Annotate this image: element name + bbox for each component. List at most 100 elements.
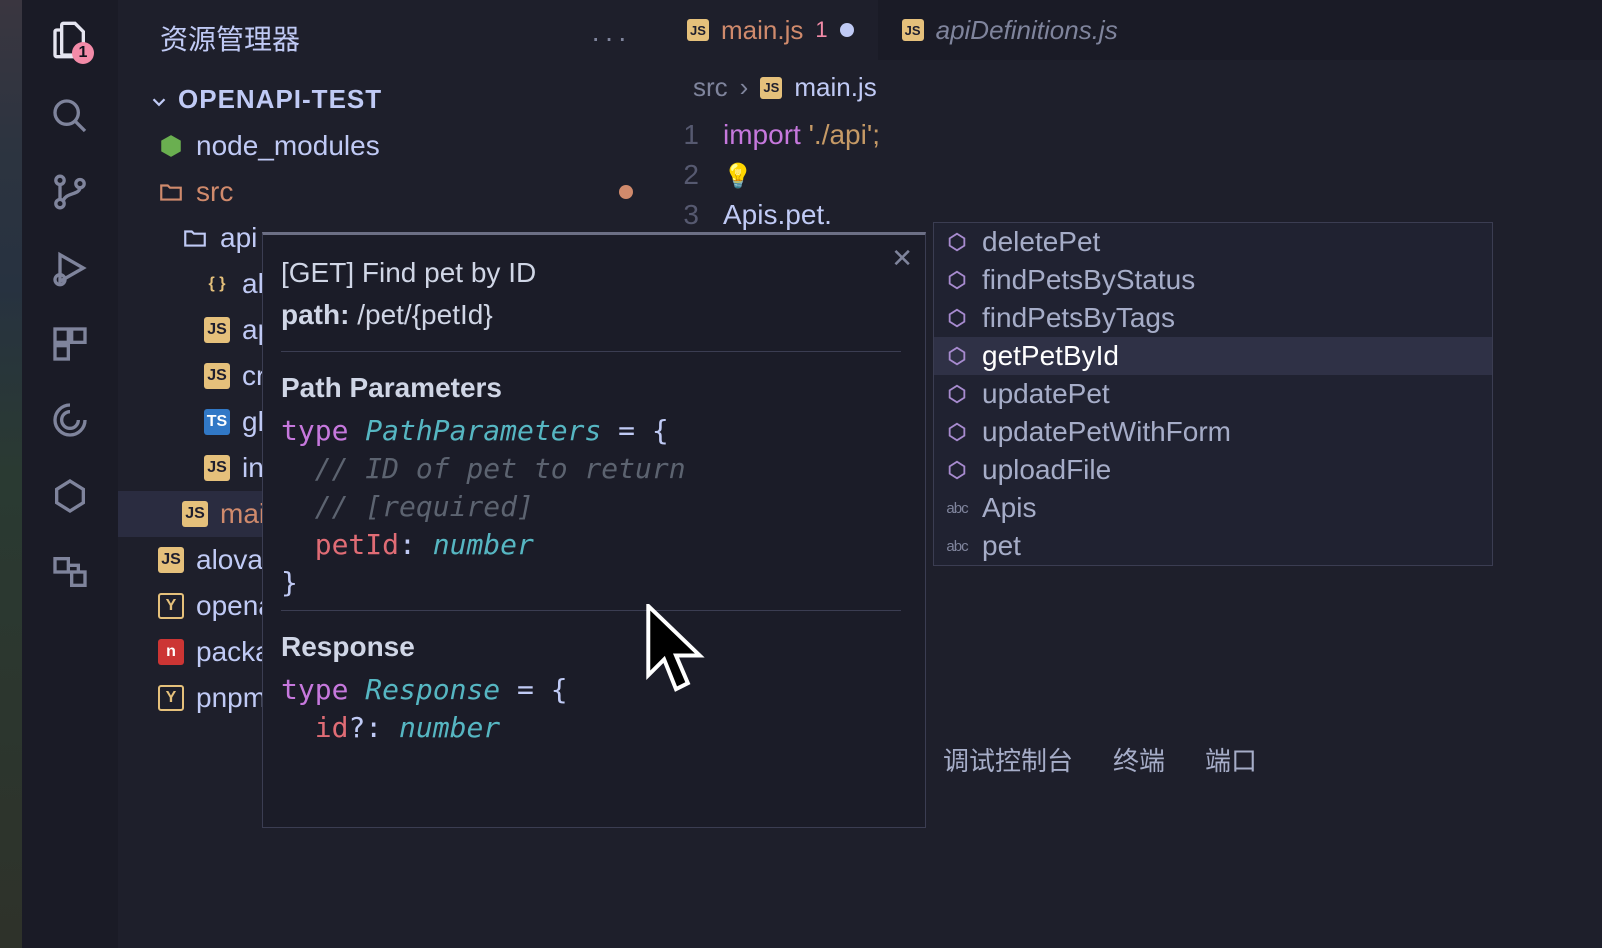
json-icon: { } [204,271,230,297]
completion-label: pet [982,530,1021,562]
chevron-right-icon: › [740,72,749,103]
hover-path: path: /pet/{petId} [281,295,901,343]
completion-label: updatePet [982,378,1110,410]
panel-tab-terminal[interactable]: 终端 [1113,741,1165,778]
panel-tab-debug-console[interactable]: 调试控制台 [943,741,1073,778]
completion-label: findPetsByTags [982,302,1175,334]
tree-label: packa [196,636,271,668]
divider [281,610,901,611]
dirty-indicator [840,23,854,37]
line-number: 2 [663,159,723,191]
explorer-title: 资源管理器 [160,18,300,58]
activity-source-control[interactable] [48,170,92,214]
activity-custom[interactable] [48,474,92,518]
hover-section-params: Path Parameters [281,372,901,404]
npm-icon: n [158,639,184,665]
project-root[interactable]: OPENAPI-TEST [118,76,663,123]
hover-section-response: Response [281,631,901,663]
cube-icon [946,345,968,367]
tab-problem-count: 1 [815,17,827,43]
hover-code-params: type PathParameters = { // ID of pet to … [281,412,901,602]
ports-icon [50,552,90,592]
crumb-part: main.js [794,72,876,103]
cube-icon [946,459,968,481]
tree-label: node_modules [196,130,380,162]
files-badge: 1 [72,42,94,64]
panel-tab-ports[interactable]: 端口 [1205,741,1257,778]
activity-debug[interactable] [48,246,92,290]
completion-item[interactable]: uploadFile [934,451,1492,489]
completion-popup: deletePet findPetsByStatus findPetsByTag… [933,222,1493,566]
project-name: OPENAPI-TEST [178,84,382,115]
completion-label: updatePetWithForm [982,416,1231,448]
cube-icon [946,269,968,291]
tree-folder-node-modules[interactable]: node_modules [118,123,663,169]
cube-icon [946,383,968,405]
completion-label: uploadFile [982,454,1111,486]
activity-bar: 1 [22,0,118,948]
breadcrumb[interactable]: src › JS main.js [663,60,1602,115]
tree-label: alova [196,544,263,576]
code-editor[interactable]: 1 import './api'; 2 💡 3 Apis.pet. [663,115,1602,235]
code-token: import [723,119,801,150]
code-token: ' [801,119,814,150]
search-icon [50,96,90,136]
activity-extensions[interactable] [48,322,92,366]
js-icon: JS [687,19,709,41]
activity-ports[interactable] [48,550,92,594]
activity-copilot[interactable] [48,398,92,442]
lightbulb-icon[interactable]: 💡 [723,163,753,190]
js-icon: JS [204,363,230,389]
completion-item[interactable]: updatePetWithForm [934,413,1492,451]
hover-doc-popup: ✕ [GET] Find pet by ID path: /pet/{petId… [262,232,926,828]
tree-folder-src[interactable]: src [118,169,663,215]
code-token: ./api [814,119,867,150]
cube-icon [946,231,968,253]
hover-title: [GET] Find pet by ID [281,251,901,295]
tab-filename: main.js [721,15,803,46]
tab-api-definitions[interactable]: JS apiDefinitions.js [878,0,1142,60]
activity-search[interactable] [48,94,92,138]
js-icon: JS [158,547,184,573]
activity-files[interactable]: 1 [48,18,92,62]
editor-tabs: JS main.js 1 JS apiDefinitions.js [663,0,1602,60]
completion-item[interactable]: findPetsByStatus [934,261,1492,299]
js-icon: JS [182,501,208,527]
hover-code-response: type Response = { id?: number [281,671,901,747]
branch-icon [50,172,90,212]
js-icon: JS [204,317,230,343]
line-number: 1 [663,119,723,151]
mouse-cursor-icon [646,604,706,704]
tab-main-js[interactable]: JS main.js 1 [663,0,878,60]
tab-filename: apiDefinitions.js [936,15,1118,46]
folder-icon [158,179,184,205]
panel-tabs: 调试控制台 终端 端口 [943,741,1257,778]
abc-icon: abc [946,535,968,557]
yaml-icon: Y [158,593,184,619]
swirl-icon [50,400,90,440]
explorer-header: 资源管理器 ··· [118,0,663,76]
js-icon: JS [204,455,230,481]
cube-icon [946,307,968,329]
folder-icon [182,225,208,251]
completion-item[interactable]: abcApis [934,489,1492,527]
explorer-more-icon[interactable]: ··· [591,22,631,54]
tree-label: api [220,222,257,254]
window-edge [0,0,22,948]
completion-item[interactable]: abcpet [934,527,1492,565]
yaml-icon: Y [158,685,184,711]
completion-item[interactable]: updatePet [934,375,1492,413]
js-icon: JS [760,77,782,99]
extensions-icon [50,324,90,364]
completion-item[interactable]: findPetsByTags [934,299,1492,337]
ts-icon: TS [204,409,230,435]
completion-label: getPetById [982,340,1119,372]
js-icon: JS [902,19,924,41]
completion-label: findPetsByStatus [982,264,1195,296]
close-icon[interactable]: ✕ [891,243,913,274]
divider [281,351,901,352]
completion-item[interactable]: deletePet [934,223,1492,261]
completion-label: Apis [982,492,1036,524]
completion-item-selected[interactable]: getPetById [934,337,1492,375]
tree-label: src [196,176,233,208]
